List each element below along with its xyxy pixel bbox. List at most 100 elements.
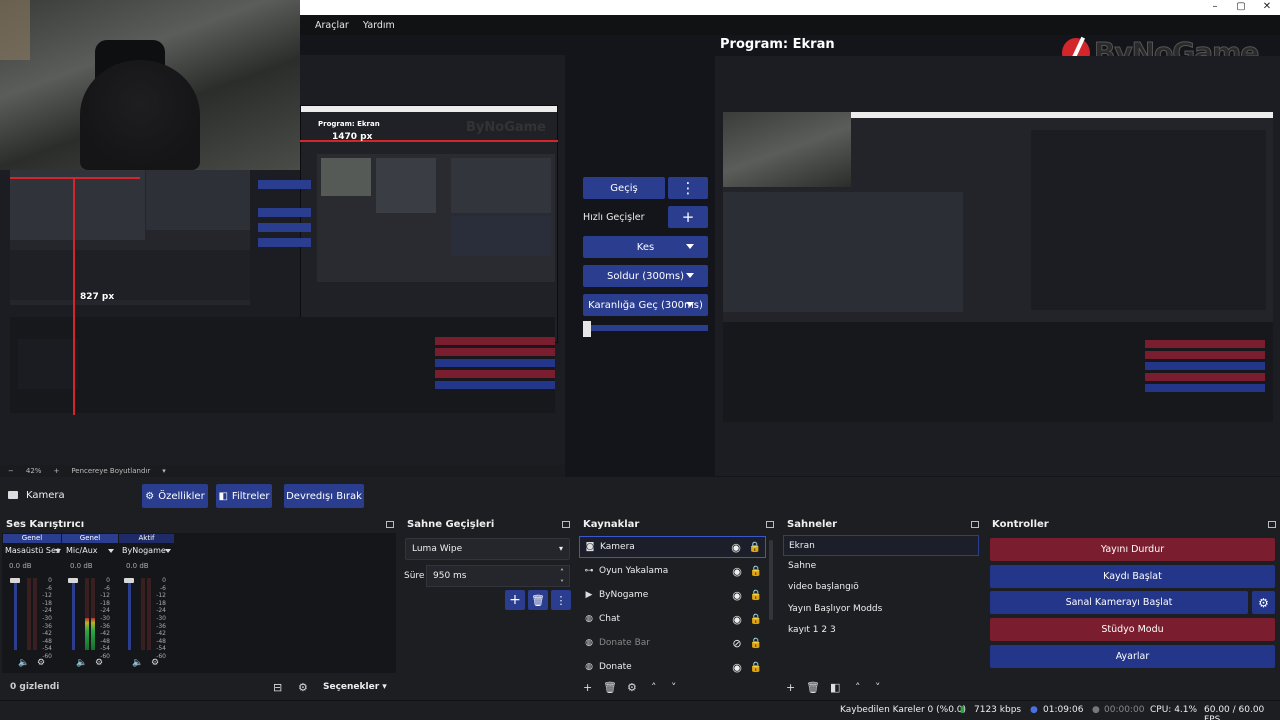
scene-item[interactable]: Ekran <box>783 535 979 556</box>
quick-transition-cut[interactable]: Kes <box>583 236 708 258</box>
duration-input[interactable]: 950 ms ˄ ˅ <box>426 565 570 588</box>
chevron-up-icon[interactable]: ˄ <box>651 681 657 694</box>
remove-transition-button[interactable]: 🗑 <box>528 590 548 610</box>
mixer-channel-name-1[interactable]: Masaüstü Ses <box>5 546 60 555</box>
filters-button[interactable]: ◧ Filtreler <box>216 484 272 508</box>
stop-stream-button[interactable]: Yayını Durdur <box>990 538 1275 561</box>
fader-knob[interactable] <box>124 578 134 583</box>
scene-item[interactable]: Sahne <box>783 556 979 577</box>
menu-item-help[interactable]: Yardım <box>363 20 395 31</box>
source-item[interactable]: ◍ Donate Bar ⊘ 🔒 <box>579 632 766 654</box>
popout-icon[interactable] <box>971 521 979 528</box>
properties-button[interactable]: ⚙ Özellikler <box>142 484 208 508</box>
dropped-frames: Kaybedilen Kareler 0 (%0.0) <box>840 705 967 715</box>
lock-icon[interactable]: 🔒 <box>746 566 766 577</box>
mixer-scale-tick: -12 <box>156 592 166 600</box>
chevron-down-icon[interactable]: ▾ <box>162 467 166 475</box>
chevron-down-icon[interactable] <box>55 549 61 553</box>
chevron-down-icon[interactable]: ˅ <box>875 681 881 694</box>
fader-knob[interactable] <box>10 578 20 583</box>
source-item[interactable]: ◙ Kamera ◉ 🔒 <box>579 536 766 558</box>
scene-item[interactable]: kayıt 1 2 3 <box>783 620 979 641</box>
t-bar-handle[interactable] <box>583 321 591 337</box>
mixer-scale-tick: -24 <box>42 607 52 615</box>
eye-hidden-icon[interactable]: ⊘ <box>728 637 746 650</box>
popout-icon[interactable] <box>562 521 570 528</box>
sources-scrollbar[interactable] <box>769 540 773 620</box>
source-item[interactable]: ◍ Chat ◉ 🔒 <box>579 608 766 630</box>
t-bar-track[interactable] <box>583 325 708 331</box>
popout-icon[interactable] <box>766 521 774 528</box>
add-scene-icon[interactable]: + <box>786 681 795 694</box>
controls-title: Kontroller <box>992 519 1049 530</box>
quick-transition-fade[interactable]: Soldur (300ms) <box>583 265 708 287</box>
studio-mode-button[interactable]: Stüdyo Modu <box>990 618 1275 641</box>
lock-icon[interactable]: 🔒 <box>745 542 765 553</box>
gear-icon: ⚙ <box>145 490 155 502</box>
fit-window-label[interactable]: Pencereye Boyutlandır <box>71 467 150 475</box>
hidden-count: 0 gizlendi <box>10 682 60 692</box>
gear-icon[interactable]: ⚙ <box>95 658 103 668</box>
zoom-in-button[interactable]: + <box>53 467 59 475</box>
mixer-channel-name-3[interactable]: ByNogame <box>122 546 166 555</box>
lock-icon[interactable]: 🔒 <box>746 638 766 649</box>
gear-icon[interactable]: ⚙ <box>37 658 45 668</box>
chevron-down-icon[interactable] <box>108 549 114 553</box>
source-item[interactable]: ⊶ Oyun Yakalama ◉ 🔒 <box>579 560 766 582</box>
popout-icon[interactable] <box>1268 521 1276 528</box>
source-item[interactable]: ▶ ByNogame ◉ 🔒 <box>579 584 766 606</box>
start-recording-button[interactable]: Kaydı Başlat <box>990 565 1275 588</box>
transition-menu-button[interactable]: ⋮ <box>668 177 708 199</box>
lock-icon[interactable]: 🔒 <box>746 590 766 601</box>
volume-fader-1[interactable] <box>10 578 20 650</box>
settings-button[interactable]: Ayarlar <box>990 645 1275 668</box>
gear-icon[interactable]: ⚙ <box>151 658 159 668</box>
advanced-audio-icon[interactable]: ⚙ <box>298 681 308 694</box>
volume-fader-2[interactable] <box>68 578 78 650</box>
layout-icon[interactable]: ⊟ <box>273 681 282 694</box>
transition-select[interactable]: Luma Wipe ▾ <box>405 538 570 560</box>
eye-icon[interactable]: ◉ <box>728 613 746 626</box>
eye-icon[interactable]: ◉ <box>728 589 746 602</box>
mixer-channel-name-2[interactable]: Mic/Aux <box>66 546 98 555</box>
speaker-icon[interactable]: 🔈 <box>18 658 29 668</box>
gear-icon[interactable]: ⚙ <box>627 681 637 694</box>
volume-fader-3[interactable] <box>124 578 134 650</box>
program-nested-webcam <box>723 112 851 187</box>
mixer-scale-1: 0 -6 -12 -18 -24 -30 -36 -42 -48 -54 -60 <box>38 577 52 661</box>
add-source-icon[interactable]: + <box>583 681 592 694</box>
close-button[interactable]: ✕ <box>1254 0 1280 15</box>
popout-icon[interactable] <box>386 521 394 528</box>
menu-item-tools[interactable]: Araçlar <box>315 20 349 31</box>
transition-properties-button[interactable]: ⋮ <box>551 590 571 610</box>
mixer-options-button[interactable]: Seçenekler ▾ <box>323 682 387 692</box>
source-item[interactable]: ◍ Donate ◉ 🔒 <box>579 656 766 678</box>
scene-item[interactable]: video başlangıö <box>783 577 979 598</box>
trash-icon[interactable]: 🗑 <box>806 681 820 694</box>
fader-knob[interactable] <box>68 578 78 583</box>
add-transition-button[interactable]: + <box>505 590 525 610</box>
start-virtual-camera-button[interactable]: Sanal Kamerayı Başlat <box>990 591 1248 614</box>
scene-filters-icon[interactable]: ◧ <box>830 681 840 694</box>
transition-button[interactable]: Geçiş <box>583 177 665 199</box>
chevron-down-icon[interactable] <box>165 549 171 553</box>
trash-icon[interactable]: 🗑 <box>603 681 617 694</box>
lock-icon[interactable]: 🔒 <box>746 662 766 673</box>
scene-item[interactable]: Yayın Başlıyor Modds <box>783 599 979 620</box>
eye-icon[interactable]: ◉ <box>728 565 746 578</box>
deactivate-button[interactable]: Devredışı Bırak <box>284 484 364 508</box>
eye-icon[interactable]: ◉ <box>727 541 745 554</box>
eye-icon[interactable]: ◉ <box>728 661 746 674</box>
speaker-icon[interactable]: 🔈 <box>76 658 87 668</box>
speaker-icon[interactable]: 🔈 <box>132 658 143 668</box>
add-quick-transition-button[interactable]: + <box>668 206 708 228</box>
virtual-camera-settings-button[interactable]: ⚙ <box>1252 591 1275 614</box>
chevron-down-icon[interactable]: ˅ <box>671 681 677 694</box>
minimize-button[interactable]: – <box>1202 0 1228 15</box>
meter-fill <box>91 617 95 650</box>
lock-icon[interactable]: 🔒 <box>746 614 766 625</box>
zoom-out-button[interactable]: − <box>8 467 14 475</box>
maximize-button[interactable]: ▢ <box>1228 0 1254 15</box>
quick-transition-fade-black[interactable]: Karanlığa Geç (300ms) <box>583 294 708 316</box>
chevron-up-icon[interactable]: ˄ <box>855 681 861 694</box>
